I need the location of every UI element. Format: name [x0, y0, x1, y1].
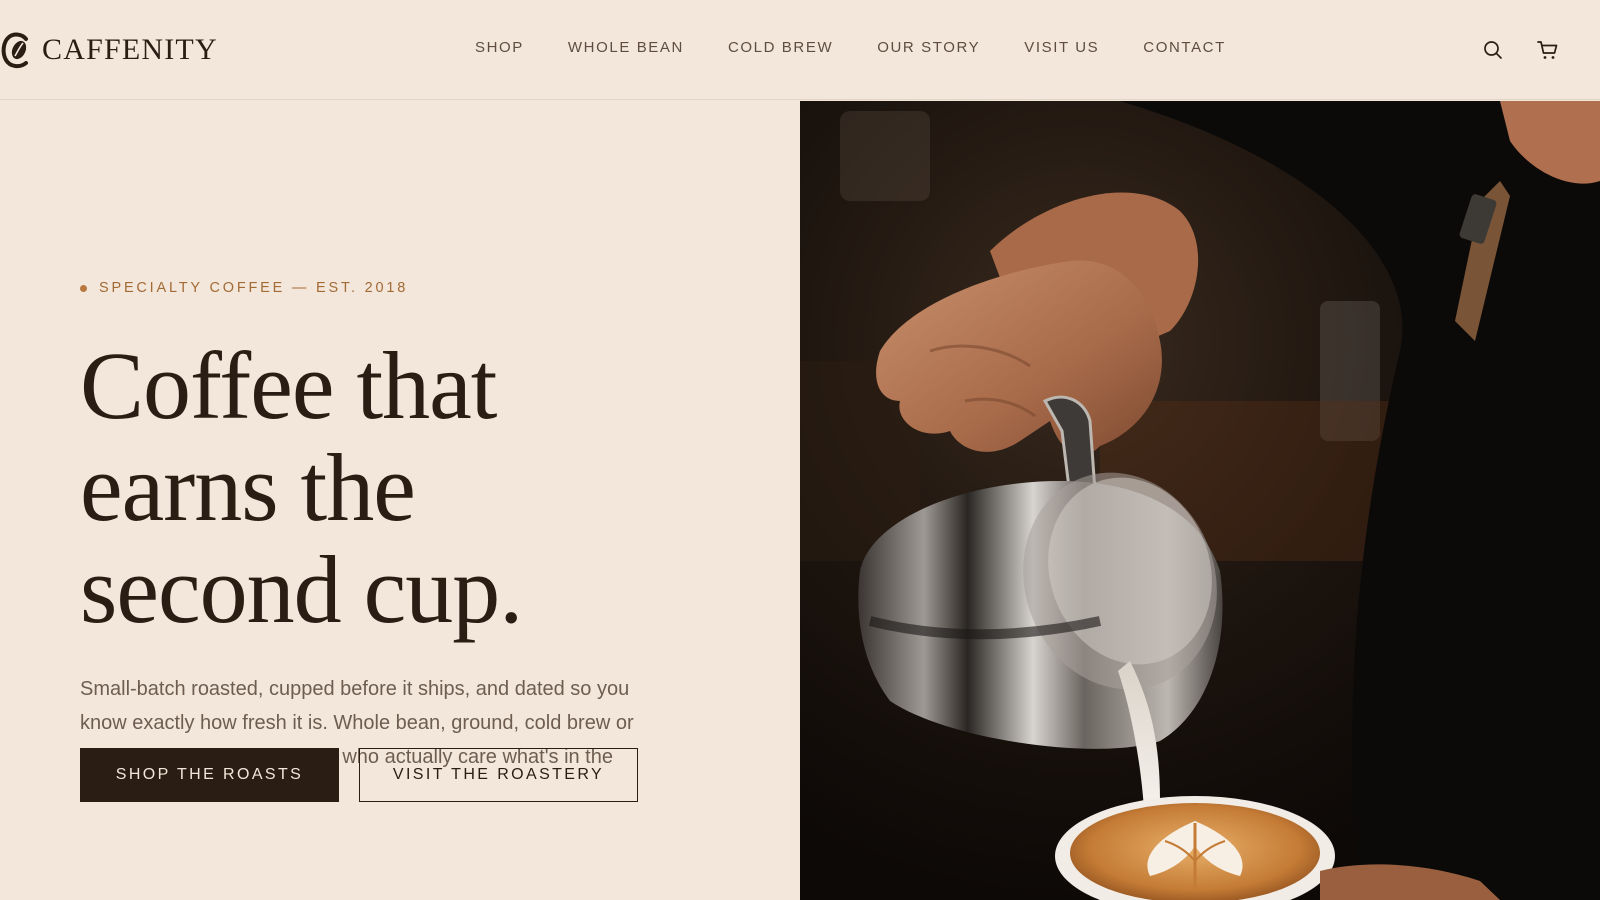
- nav-item-contact[interactable]: CONTACT: [1143, 38, 1226, 58]
- main-nav: SHOP WHOLE BEAN COLD BREW OUR STORY VISI…: [475, 38, 1226, 58]
- latte-pour-illustration: [800, 101, 1600, 900]
- nav-item-our-story[interactable]: OUR STORY: [877, 38, 980, 58]
- cart-button[interactable]: [1536, 38, 1560, 62]
- visit-the-roastery-button[interactable]: VISIT THE ROASTERY: [359, 748, 638, 802]
- nav-item-whole-bean[interactable]: WHOLE BEAN: [568, 38, 684, 58]
- brand-logo[interactable]: CAFFENITY: [0, 30, 218, 70]
- coffee-bean-logo-icon: [1, 32, 28, 69]
- nav-item-shop[interactable]: SHOP: [475, 38, 524, 58]
- brand-name: CAFFENITY: [42, 33, 218, 66]
- cart-icon: [1537, 41, 1558, 59]
- eyebrow-dot-icon: [80, 284, 87, 292]
- hero-eyebrow: SPECIALTY COFFEE — EST. 2018: [80, 279, 408, 297]
- nav-item-visit-us[interactable]: VISIT US: [1024, 38, 1099, 58]
- nav-item-cold-brew[interactable]: COLD BREW: [728, 38, 833, 58]
- headline-line-3: second cup.: [80, 536, 523, 643]
- eyebrow-text: SPECIALTY COFFEE — EST. 2018: [99, 280, 409, 296]
- headline-line-1: Coffee that: [80, 332, 497, 439]
- shop-the-roasts-button[interactable]: SHOP THE ROASTS: [80, 748, 339, 802]
- hero-image: [800, 101, 1600, 900]
- search-icon: [1484, 41, 1502, 59]
- headline-line-2: earns the: [80, 434, 416, 541]
- site-header: CAFFENITY SHOP WHOLE BEAN COLD BREW OUR …: [0, 0, 1600, 100]
- hero-headline: Coffee that earns the second cup.: [80, 335, 680, 641]
- search-button[interactable]: [1481, 38, 1505, 62]
